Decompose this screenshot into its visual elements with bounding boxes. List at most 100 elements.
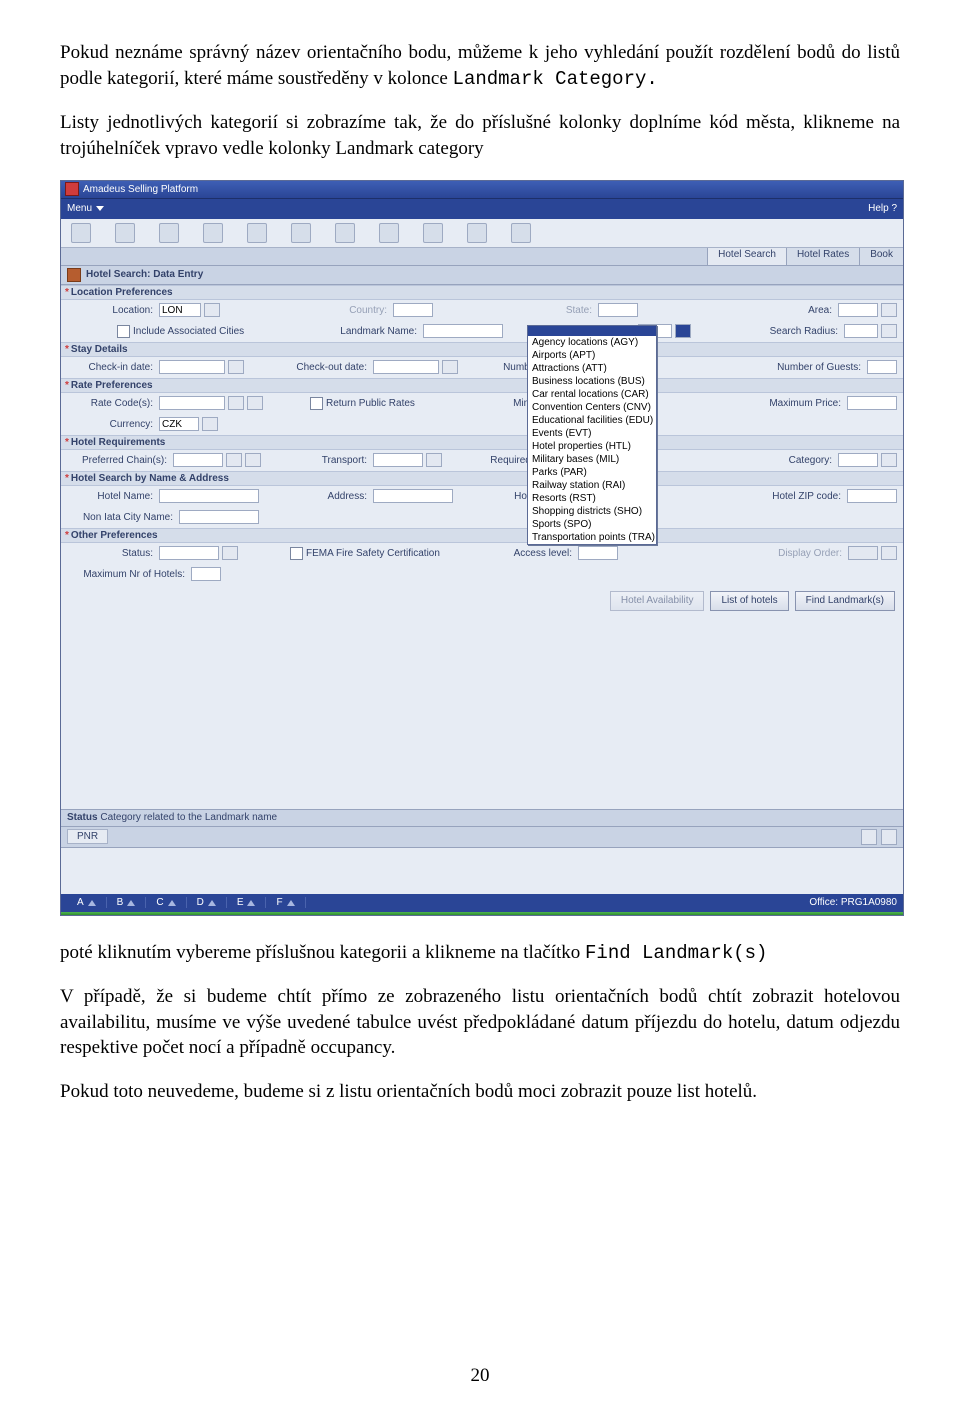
- window-titlebar: Amadeus Selling Platform: [61, 181, 903, 199]
- footer-tab[interactable]: A: [67, 897, 107, 908]
- toolbar-icon[interactable]: [335, 223, 355, 243]
- lookup-button[interactable]: [881, 453, 897, 467]
- toolbar-icon[interactable]: [159, 223, 179, 243]
- lookup-button[interactable]: [222, 546, 238, 560]
- status-input[interactable]: [159, 546, 219, 560]
- guests-input[interactable]: [867, 360, 897, 374]
- address-input[interactable]: [373, 489, 453, 503]
- assoc-cities-checkbox[interactable]: [117, 325, 130, 338]
- window-title: Amadeus Selling Platform: [83, 184, 198, 195]
- footer-tab[interactable]: F: [266, 897, 305, 908]
- landmark-name-input[interactable]: [423, 324, 503, 338]
- lookup-button[interactable]: [881, 303, 897, 317]
- footer-tab[interactable]: E: [227, 897, 267, 908]
- paragraph-1: Pokud neznáme správný název orientačního…: [60, 40, 900, 92]
- access-level-input[interactable]: [578, 546, 618, 560]
- toolbar-icon[interactable]: [511, 223, 531, 243]
- toolbar-icon[interactable]: [247, 223, 267, 243]
- dropdown-item[interactable]: Resorts (RST): [528, 492, 656, 505]
- menu-item[interactable]: Menu: [67, 203, 92, 214]
- toolbar-icon[interactable]: [291, 223, 311, 243]
- hotel-availability-button[interactable]: Hotel Availability: [610, 591, 705, 611]
- dropdown-item[interactable]: Business locations (BUS): [528, 375, 656, 388]
- popout-icon[interactable]: [881, 829, 897, 845]
- footer-tab[interactable]: B: [107, 897, 147, 908]
- hotel-zip-input[interactable]: [847, 489, 897, 503]
- help-link[interactable]: Help ?: [868, 203, 897, 214]
- display-order-input: [848, 546, 878, 560]
- lookup-button[interactable]: [245, 453, 261, 467]
- toolbar-icon[interactable]: [423, 223, 443, 243]
- max-price-input[interactable]: [847, 396, 897, 410]
- calendar-icon[interactable]: [228, 360, 244, 374]
- transport-input[interactable]: [373, 453, 423, 467]
- list-of-hotels-button[interactable]: List of hotels: [710, 591, 788, 611]
- tab-hotel-search[interactable]: Hotel Search: [707, 248, 786, 265]
- toolbar-icon[interactable]: [379, 223, 399, 243]
- toolbar-icon[interactable]: [467, 223, 487, 243]
- state-input[interactable]: [598, 303, 638, 317]
- currency-input[interactable]: [159, 417, 199, 431]
- unit-dropdown[interactable]: [881, 324, 897, 338]
- fema-checkbox[interactable]: [290, 547, 303, 560]
- category-input[interactable]: [838, 453, 878, 467]
- label: Country:: [277, 305, 390, 316]
- arrow-up-icon: [168, 900, 176, 906]
- dropdown-item[interactable]: Events (EVT): [528, 427, 656, 440]
- tab-book[interactable]: Book: [859, 248, 903, 265]
- dropdown-item[interactable]: Shopping districts (SHO): [528, 505, 656, 518]
- label: Maximum Price:: [741, 398, 844, 409]
- toolbar-icon[interactable]: [71, 223, 91, 243]
- lookup-button[interactable]: [426, 453, 442, 467]
- label: Hotel Name:: [67, 491, 156, 502]
- max-hotels-input[interactable]: [191, 567, 221, 581]
- label: Number of Guests:: [751, 362, 864, 373]
- row-name1: Hotel Name: Address: Hotel Phone: Hotel …: [61, 486, 903, 507]
- country-input[interactable]: [393, 303, 433, 317]
- rate-codes-input[interactable]: [159, 396, 225, 410]
- toolbar-icon[interactable]: [203, 223, 223, 243]
- label: Check-out date:: [277, 362, 370, 373]
- landmark-category-dropdown[interactable]: Agency locations (AGY) Airports (APT) At…: [527, 325, 657, 545]
- landmark-category-dropdown-button[interactable]: [675, 324, 691, 338]
- lookup-button[interactable]: [202, 417, 218, 431]
- pref-chain-input[interactable]: [173, 453, 223, 467]
- expand-icon[interactable]: [861, 829, 877, 845]
- footer-tab[interactable]: C: [146, 897, 186, 908]
- search-radius-input[interactable]: [844, 324, 878, 338]
- dropdown-item[interactable]: Military bases (MIL): [528, 453, 656, 466]
- footer-tab[interactable]: D: [187, 897, 227, 908]
- dropdown-item[interactable]: Airports (APT): [528, 349, 656, 362]
- find-landmarks-button[interactable]: Find Landmark(s): [795, 591, 895, 611]
- dropdown-item[interactable]: Car rental locations (CAR): [528, 388, 656, 401]
- location-input[interactable]: [159, 303, 201, 317]
- pnr-tab[interactable]: PNR: [67, 829, 108, 844]
- area-input[interactable]: [838, 303, 878, 317]
- return-public-checkbox[interactable]: [310, 397, 323, 410]
- toolbar-icon[interactable]: [115, 223, 135, 243]
- label: Address:: [277, 491, 370, 502]
- dropdown-item[interactable]: Sports (SPO): [528, 518, 656, 531]
- text: poté kliknutím vybereme příslušnou kateg…: [60, 942, 585, 963]
- lookup-button[interactable]: [204, 303, 220, 317]
- lookup-button[interactable]: [226, 453, 242, 467]
- non-iata-city-input[interactable]: [179, 510, 259, 524]
- tab-hotel-rates[interactable]: Hotel Rates: [786, 248, 859, 265]
- dropdown-button: [881, 546, 897, 560]
- calendar-icon[interactable]: [442, 360, 458, 374]
- dropdown-item[interactable]: Convention Centers (CNV): [528, 401, 656, 414]
- dropdown-item[interactable]: Agency locations (AGY): [528, 336, 656, 349]
- checkout-input[interactable]: [373, 360, 439, 374]
- label: State:: [472, 305, 595, 316]
- dropdown-item[interactable]: Attractions (ATT): [528, 362, 656, 375]
- arrow-up-icon: [88, 900, 96, 906]
- dropdown-item[interactable]: Parks (PAR): [528, 466, 656, 479]
- lookup-button[interactable]: [228, 396, 244, 410]
- checkin-input[interactable]: [159, 360, 225, 374]
- hotel-name-input[interactable]: [159, 489, 259, 503]
- lookup-button[interactable]: [247, 396, 263, 410]
- dropdown-item[interactable]: Educational facilities (EDU): [528, 414, 656, 427]
- dropdown-item[interactable]: Transportation points (TRA): [528, 531, 656, 544]
- dropdown-item[interactable]: Railway station (RAI): [528, 479, 656, 492]
- dropdown-item[interactable]: Hotel properties (HTL): [528, 440, 656, 453]
